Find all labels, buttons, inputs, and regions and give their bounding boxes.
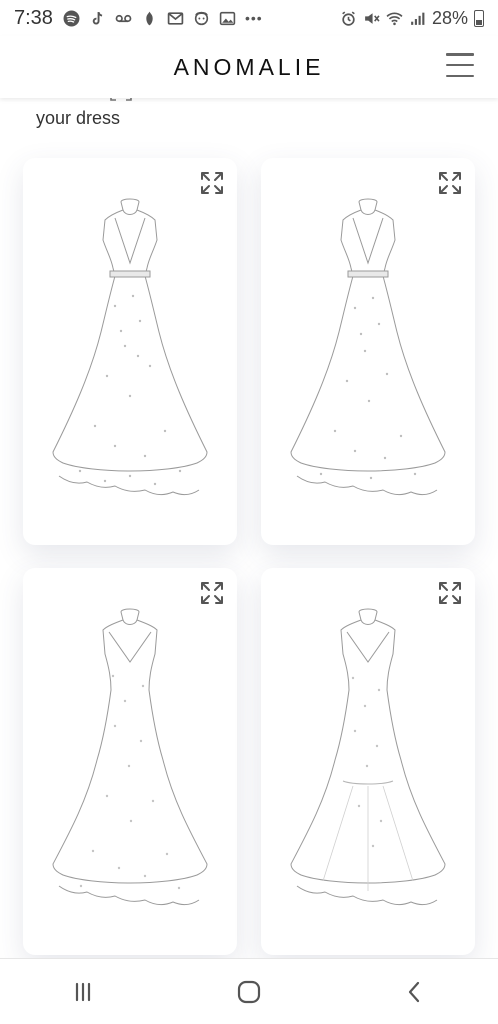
battery-percentage: 28% <box>431 7 468 28</box>
recents-icon[interactable] <box>53 967 113 1017</box>
screen: 7:38 ••• 28% ANOMALIE your dress <box>0 0 498 1024</box>
mute-icon <box>363 10 380 27</box>
spotify-icon <box>63 10 80 27</box>
dress-sketch <box>290 198 446 496</box>
dress-sketch <box>290 608 446 906</box>
status-bar: 7:38 ••• 28% <box>0 0 498 36</box>
dress-gallery: your dress <box>0 98 498 958</box>
wifi-icon <box>386 10 403 27</box>
dress-sketch <box>52 198 208 496</box>
gallery-icon <box>219 10 236 27</box>
notification-icon <box>141 10 158 27</box>
battery-icon <box>474 9 484 27</box>
dress-card[interactable] <box>261 568 475 955</box>
section-subtitle: your dress <box>36 108 121 128</box>
signal-icon <box>409 10 426 27</box>
alarm-icon <box>340 10 357 27</box>
dress-card[interactable] <box>23 158 237 545</box>
status-time: 7:38 <box>14 6 53 29</box>
dress-card[interactable] <box>261 158 475 545</box>
notification-icons: ••• <box>63 10 263 27</box>
bitmoji-icon <box>193 10 210 27</box>
gmail-icon <box>167 10 184 27</box>
expand-icon[interactable] <box>199 170 225 196</box>
dress-sketch <box>52 608 208 906</box>
system-nav-bar <box>0 958 498 1024</box>
voicemail-icon <box>115 10 132 27</box>
app-header: ANOMALIE <box>0 36 498 98</box>
expand-icon[interactable] <box>437 170 463 196</box>
expand-icon[interactable] <box>199 580 225 606</box>
brand-logo[interactable]: ANOMALIE <box>174 54 325 81</box>
expand-icon-partial <box>110 98 132 101</box>
hamburger-menu-icon[interactable] <box>446 53 474 77</box>
dress-card[interactable] <box>23 568 237 955</box>
home-icon[interactable] <box>219 967 279 1017</box>
system-icons: 28% <box>340 8 484 29</box>
expand-icon[interactable] <box>437 580 463 606</box>
tiktok-icon <box>89 10 106 27</box>
more-icon: ••• <box>244 10 263 26</box>
back-icon[interactable] <box>385 967 445 1017</box>
